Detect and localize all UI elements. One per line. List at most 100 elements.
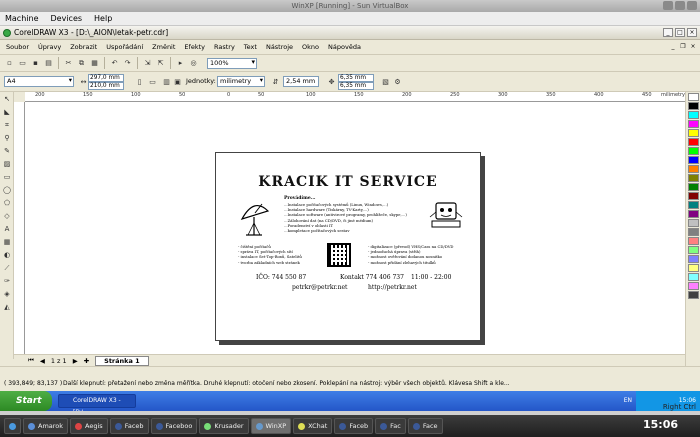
color-swatch[interactable] — [688, 93, 699, 101]
menu-zmenit[interactable]: Změnit — [152, 43, 175, 51]
flyer-title[interactable]: KRACIK IT SERVICE — [216, 174, 480, 190]
polygon-tool-icon[interactable]: ⬠ — [1, 197, 13, 209]
treat-as-filled-icon[interactable]: ▧ — [380, 76, 391, 87]
page-height-field[interactable]: 210,0 mm — [88, 82, 124, 90]
color-swatch[interactable] — [688, 174, 699, 182]
host-task-xchat[interactable]: XChat — [293, 418, 333, 434]
zoom-tool-icon[interactable]: ⚲ — [1, 132, 13, 144]
prev-page-icon[interactable]: ◀ — [40, 357, 45, 365]
computer-cartoon-icon[interactable] — [428, 199, 464, 233]
cut-icon[interactable]: ✂ — [63, 58, 74, 69]
drawing-canvas[interactable]: KRACIK IT SERVICE Provádíme... ...Instal… — [25, 102, 685, 354]
corel-close-icon[interactable]: × — [687, 28, 697, 37]
page-tab[interactable]: Stránka 1 — [95, 355, 149, 366]
host-task-krusader[interactable]: Krusader — [199, 418, 249, 434]
application-launcher-icon[interactable]: ▸ — [175, 58, 186, 69]
table-tool-icon[interactable]: ▦ — [1, 236, 13, 248]
services-list[interactable]: ...Instalace počítačových systémů (Linux… — [284, 202, 407, 233]
color-swatch[interactable] — [688, 291, 699, 299]
eyedropper-tool-icon[interactable]: ⟋ — [1, 262, 13, 274]
color-swatch[interactable] — [688, 273, 699, 281]
duplicate-x-field[interactable]: 6,35 mm — [338, 74, 374, 82]
qr-code[interactable] — [327, 243, 351, 267]
menu-zobrazit[interactable]: Zobrazit — [70, 43, 97, 51]
color-swatch[interactable] — [688, 147, 699, 155]
ico-text[interactable]: IČO: 744 550 87 — [256, 274, 306, 281]
right-services-column[interactable]: - digitalizace (převod) VHS/Cass na CD/D… — [368, 244, 453, 265]
menu-napoveda[interactable]: Nápověda — [328, 43, 361, 51]
save-icon[interactable]: ▪ — [30, 58, 41, 69]
document-page[interactable]: KRACIK IT SERVICE Provádíme... ...Instal… — [215, 152, 481, 341]
basic-shapes-tool-icon[interactable]: ◇ — [1, 210, 13, 222]
color-swatch[interactable] — [688, 120, 699, 128]
left-services-column[interactable]: - čištění počítačů - správa IT, počítačo… — [238, 244, 302, 265]
services-heading[interactable]: Provádíme... — [284, 196, 315, 201]
smart-fill-tool-icon[interactable]: ▨ — [1, 158, 13, 170]
color-swatch[interactable] — [688, 264, 699, 272]
color-swatch[interactable] — [688, 111, 699, 119]
pick-tool-icon[interactable]: ↖ — [1, 93, 13, 105]
menu-usporadani[interactable]: Uspořádání — [106, 43, 143, 51]
color-swatch[interactable] — [688, 282, 699, 290]
color-swatch[interactable] — [688, 156, 699, 164]
start-button[interactable]: Start — [0, 391, 52, 411]
export-icon[interactable]: ⇱ — [155, 58, 166, 69]
host-clock[interactable]: 15:06 — [643, 418, 678, 431]
color-swatch[interactable] — [688, 210, 699, 218]
rectangle-tool-icon[interactable]: ▭ — [1, 171, 13, 183]
language-indicator[interactable]: EN — [624, 397, 632, 404]
crop-tool-icon[interactable]: ⌗ — [1, 119, 13, 131]
current-page-icon[interactable]: ▣ — [172, 76, 183, 87]
host-task-facebook[interactable]: Faceb — [334, 418, 374, 434]
doc-restore-icon[interactable]: ❐ — [679, 43, 687, 51]
close-icon[interactable] — [687, 1, 697, 10]
vertical-ruler[interactable] — [14, 102, 25, 354]
interactive-blend-tool-icon[interactable]: ◐ — [1, 249, 13, 261]
zoom-level-select[interactable]: 100% — [207, 57, 257, 69]
corel-maximize-icon[interactable]: □ — [675, 28, 685, 37]
hours-text[interactable]: 11:00 - 22:00 — [411, 274, 451, 281]
landscape-icon[interactable]: ▭ — [147, 76, 158, 87]
color-swatch[interactable] — [688, 246, 699, 254]
first-page-icon[interactable]: ⏮ — [28, 356, 34, 365]
vbox-menu-devices[interactable]: Devices — [51, 14, 83, 23]
corel-minimize-icon[interactable]: _ — [663, 28, 673, 37]
host-task-winxp[interactable]: WinXP — [250, 418, 292, 434]
menu-upravy[interactable]: Úpravy — [38, 43, 61, 51]
ellipse-tool-icon[interactable]: ◯ — [1, 184, 13, 196]
menu-soubor[interactable]: Soubor — [6, 43, 29, 51]
color-swatch[interactable] — [688, 102, 699, 110]
redo-icon[interactable]: ↷ — [122, 58, 133, 69]
taskbar-coreldraw-button[interactable]: CorelDRAW X3 - [D:\... — [58, 394, 136, 416]
duplicate-y-field[interactable]: 6,35 mm — [338, 82, 374, 90]
freehand-tool-icon[interactable]: ✎ — [1, 145, 13, 157]
options-icon[interactable]: ⚙ — [392, 76, 403, 87]
color-swatch[interactable] — [688, 138, 699, 146]
host-menu-button[interactable] — [4, 418, 21, 434]
color-swatch[interactable] — [688, 183, 699, 191]
copy-icon[interactable]: ⧉ — [76, 58, 87, 69]
menu-rastry[interactable]: Rastry — [214, 43, 235, 51]
color-swatch[interactable] — [688, 237, 699, 245]
satellite-antenna-icon[interactable] — [236, 195, 272, 239]
open-icon[interactable]: ▭ — [17, 58, 28, 69]
color-swatch[interactable] — [688, 255, 699, 263]
host-task-facebook[interactable]: Faceb — [109, 418, 149, 434]
minimize-icon[interactable] — [663, 1, 673, 10]
paste-icon[interactable]: ▦ — [89, 58, 100, 69]
import-icon[interactable]: ⇲ — [142, 58, 153, 69]
host-task-facebook[interactable]: Faceboo — [150, 418, 198, 434]
add-page-icon[interactable]: ✚ — [84, 357, 89, 365]
menu-text[interactable]: Text — [244, 43, 257, 51]
print-icon[interactable]: ▤ — [43, 58, 54, 69]
phone-text[interactable]: Kontakt 774 406 737 — [340, 274, 404, 281]
host-task-facebook[interactable]: Fac — [375, 418, 406, 434]
corel-online-icon[interactable]: ◎ — [188, 58, 199, 69]
doc-minimize-icon[interactable]: _ — [669, 43, 677, 51]
next-page-icon[interactable]: ▶ — [73, 357, 78, 365]
vbox-menu-machine[interactable]: Machine — [5, 14, 39, 23]
menu-nastroje[interactable]: Nástroje — [266, 43, 293, 51]
interactive-fill-tool-icon[interactable]: ◭ — [1, 301, 13, 313]
color-swatch[interactable] — [688, 201, 699, 209]
paper-size-select[interactable]: A4 — [4, 76, 74, 87]
